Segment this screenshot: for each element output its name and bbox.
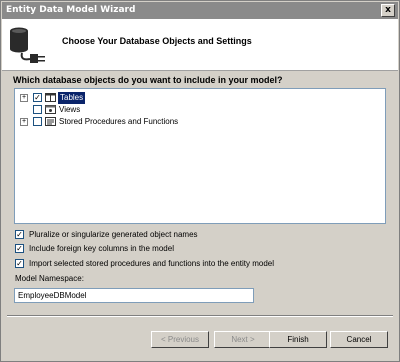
previous-button[interactable]: < Previous [151, 331, 209, 348]
footer-divider [7, 315, 393, 317]
views-checkbox[interactable] [33, 105, 42, 114]
namespace-input[interactable]: EmployeeDBModel [14, 288, 254, 303]
objects-question: Which database objects do you want to in… [13, 75, 283, 85]
tree-item-label: Stored Procedures and Functions [59, 117, 179, 126]
import-procedures-option[interactable]: ✓ Import selected stored procedures and … [15, 258, 385, 270]
view-icon [45, 105, 56, 114]
wizard-window: Entity Data Model Wizard x Choose Your D… [0, 0, 400, 362]
namespace-label: Model Namespace: [15, 274, 84, 283]
foreign-keys-checkbox[interactable]: ✓ [15, 244, 24, 253]
import-procedures-checkbox[interactable]: ✓ [15, 259, 24, 268]
finish-button[interactable]: Finish [269, 331, 327, 348]
expand-icon[interactable]: + [20, 118, 28, 126]
tree-item-views[interactable]: Views [15, 104, 385, 116]
import-procedures-label: Import selected stored procedures and fu… [29, 259, 275, 268]
objects-tree[interactable]: + ✓ Tables Views + Stored Procedures and… [14, 88, 386, 224]
foreign-keys-option[interactable]: ✓ Include foreign key columns in the mod… [15, 243, 385, 255]
window-title: Entity Data Model Wizard [6, 5, 136, 15]
wizard-header: Choose Your Database Objects and Setting… [2, 19, 398, 71]
database-plug-icon [10, 27, 45, 63]
pluralize-option[interactable]: ✓ Pluralize or singularize generated obj… [15, 229, 385, 241]
expand-icon[interactable]: + [20, 94, 28, 102]
pluralize-label: Pluralize or singularize generated objec… [29, 230, 198, 239]
foreign-keys-label: Include foreign key columns in the model [29, 244, 174, 253]
close-button[interactable]: x [381, 4, 395, 17]
table-icon [45, 93, 56, 102]
pluralize-checkbox[interactable]: ✓ [15, 230, 24, 239]
tree-item-label: Tables [58, 92, 86, 104]
next-button[interactable]: Next > [214, 331, 272, 348]
cancel-button[interactable]: Cancel [330, 331, 388, 348]
tree-item-stored-procedures[interactable]: + Stored Procedures and Functions [15, 116, 385, 128]
procedures-checkbox[interactable] [33, 117, 42, 126]
tables-checkbox[interactable]: ✓ [33, 93, 42, 102]
tree-item-tables[interactable]: + ✓ Tables [15, 92, 385, 104]
header-title: Choose Your Database Objects and Setting… [62, 36, 252, 46]
title-bar[interactable]: Entity Data Model Wizard x [2, 2, 398, 19]
procedure-icon [45, 117, 56, 126]
tree-item-label: Views [59, 105, 81, 114]
